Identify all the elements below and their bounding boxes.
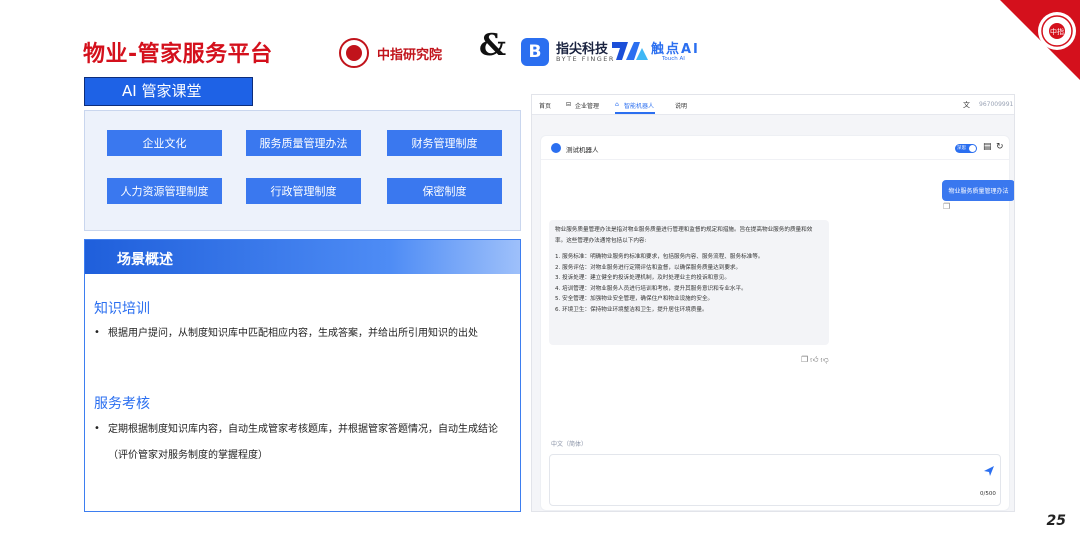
knowledge-training-text: 根据用户提问，从制度知识库中匹配相应内容，生成答案，并给出所引用知识的出处 [108, 328, 478, 339]
service-assessment-text: 定期根据制度知识库内容，自动生成管家考核题库，并根据管家答题情况，自动生成结论（… [108, 424, 498, 461]
scenario-title: 场景概述 [117, 252, 173, 268]
bot-list-item: 1. 服务标准：明确物业服务的标准和要求，包括服务内容、服务流程、服务标准等。 [555, 254, 764, 260]
bot-list-item: 2. 服务评估：对物业服务进行定期评估和监督，以确保服务质量达到要求。 [555, 264, 742, 271]
nav-icon: ⊟ [566, 101, 572, 108]
chat-input[interactable]: 0/500 [549, 454, 1001, 506]
topic-button-admin[interactable]: 行政管理制度 [246, 178, 361, 204]
nav-enterprise[interactable]: 企业管理 [575, 101, 599, 110]
deep-think-toggle[interactable]: 深思 [955, 144, 977, 153]
refresh-icon[interactable]: ↻ [996, 142, 1004, 152]
chat-header: 测试机器人 深思 ▤ ↻ [541, 136, 1009, 160]
slide-title: 物业-管家服务平台 [83, 42, 273, 67]
account-id[interactable]: 967009991 [979, 101, 1013, 108]
robot-icon [551, 143, 561, 153]
topic-button-confidentiality[interactable]: 保密制度 [387, 178, 502, 204]
char-counter: 0/500 [980, 491, 996, 497]
nav-robot[interactable]: 智能机器人 [624, 101, 654, 110]
scenario-header-bar: 场景概述 [85, 240, 520, 274]
chatbot-app-screenshot: 首页 ⊟ 企业管理 ⌂ 智能机器人 说明 文 967009991 测试机器人 深… [531, 94, 1015, 512]
ai-classroom-tab[interactable]: AI 管家课堂 [84, 77, 253, 106]
topic-button-finance[interactable]: 财务管理制度 [387, 130, 502, 156]
bot-intro-text: 物业服务质量管理办法是指对物业服务质量进行管理和监督的规定和措施。旨在提高物业服… [555, 227, 813, 244]
classroom-topics-panel: 企业文化 服务质量管理办法 财务管理制度 人力资源管理制度 行政管理制度 保密制… [84, 110, 521, 231]
ampersand: & [479, 28, 507, 63]
document-icon[interactable]: ▤ [983, 142, 992, 152]
app-top-nav: 首页 ⊟ 企业管理 ⌂ 智能机器人 说明 文 967009991 [532, 95, 1014, 115]
nav-icon: ⌂ [615, 101, 619, 108]
topic-button-corporate-culture[interactable]: 企业文化 [107, 130, 222, 156]
copy-icon[interactable]: ❐ [943, 202, 950, 211]
partner-seal-icon [339, 38, 369, 68]
touch-ai-cn-name: 触点AI [651, 42, 700, 57]
active-nav-indicator [615, 112, 655, 114]
section-title-service-assessment: 服务考核 [94, 396, 150, 412]
byte-finger-en-name: BYTE FINGER [556, 55, 615, 63]
nav-guide[interactable]: 说明 [675, 101, 687, 110]
thumbs-up-icon[interactable]: 👍︎ [810, 355, 820, 364]
corner-seal-icon: 中指 [1000, 0, 1080, 80]
topic-button-service-quality[interactable]: 服务质量管理办法 [246, 130, 361, 156]
bot-message-bubble: 物业服务质量管理办法是指对物业服务质量进行管理和监督的规定和措施。旨在提高物业服… [549, 220, 829, 345]
bullet-dot: • [94, 327, 100, 338]
nav-home[interactable]: 首页 [539, 101, 551, 110]
copy-icon[interactable]: ❐ [801, 355, 810, 364]
partner-name-cih: 中指研究院 [377, 48, 443, 63]
section-title-knowledge-training: 知识培训 [94, 301, 150, 317]
touch-ai-logo-icon [612, 42, 648, 60]
touch-ai-en-name: Touch AI [662, 56, 685, 62]
bot-list-item: 3. 投诉处理：建立健全的投诉处理机制，及时处理业主的投诉和意见。 [555, 275, 730, 281]
byte-finger-logo-icon: B [521, 38, 549, 66]
toggle-label: 深思 [957, 146, 966, 151]
corner-seal-text: 中指 [1050, 27, 1064, 36]
page-number: 25 [1046, 513, 1066, 529]
bullet-dot: • [94, 423, 100, 434]
send-icon[interactable] [983, 465, 995, 477]
chat-card: 测试机器人 深思 ▤ ↻ 物业服务质量管理办法 ❐ 物业服务质量管理办法是指对物… [540, 135, 1014, 511]
bot-list-item: 5. 安全管理：加强物业安全管理，确保住户和物业设施的安全。 [555, 296, 714, 302]
translate-icon[interactable]: 文 [963, 100, 970, 110]
message-actions: ❐👍︎👎︎ [801, 355, 831, 365]
thumbs-down-icon[interactable]: 👎︎ [821, 355, 831, 364]
bot-list-item: 6. 环境卫生：保持物业环境整洁和卫生，提升居住环境质量。 [555, 306, 708, 313]
robot-name: 测试机器人 [566, 146, 599, 154]
bot-list-item: 4. 培训管理：对物业服务人员进行培训和考核，提升其服务意识和专业水平。 [555, 285, 747, 292]
topic-button-hr[interactable]: 人力资源管理制度 [107, 178, 222, 204]
language-selector[interactable]: 中文（简体） [551, 439, 587, 448]
scenario-overview-box: 场景概述 知识培训 • 根据用户提问，从制度知识库中匹配相应内容，生成答案，并给… [84, 239, 521, 512]
user-message-bubble: 物业服务质量管理办法 [942, 180, 1014, 201]
